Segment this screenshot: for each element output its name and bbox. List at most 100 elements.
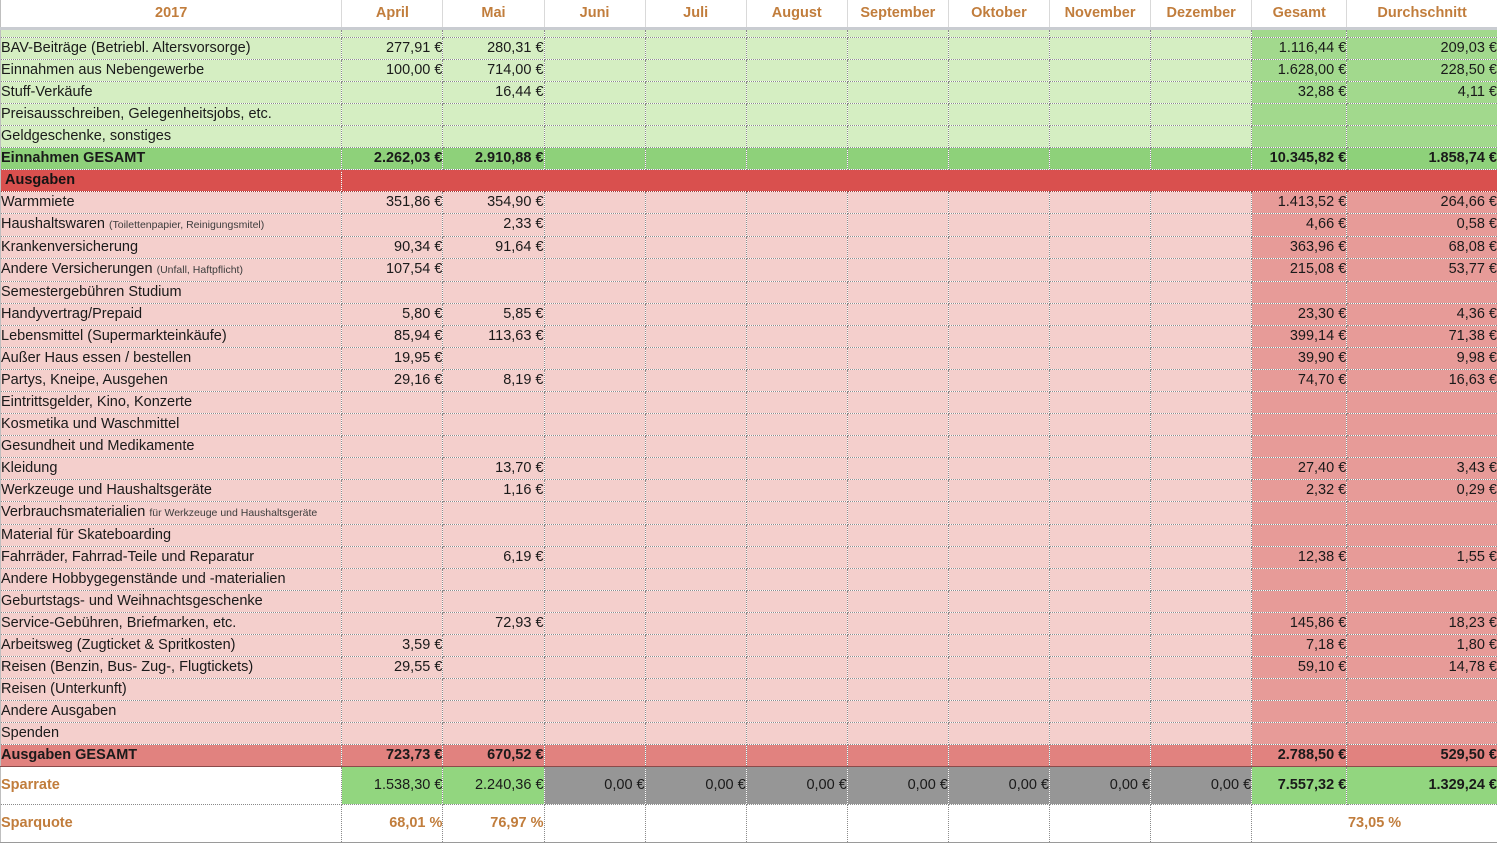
value-cell[interactable] — [1049, 722, 1150, 744]
value-cell[interactable] — [948, 457, 1049, 479]
value-cell[interactable] — [948, 258, 1049, 281]
value-cell[interactable] — [746, 37, 847, 59]
value-cell[interactable] — [847, 634, 948, 656]
value-cell[interactable]: 277,91 € — [342, 37, 443, 59]
value-cell[interactable] — [1049, 191, 1150, 213]
value-cell[interactable] — [443, 524, 544, 546]
header-col-april[interactable]: April — [342, 0, 443, 28]
value-cell[interactable] — [544, 501, 645, 524]
value-cell[interactable]: 6,19 € — [443, 546, 544, 568]
value-cell[interactable] — [948, 612, 1049, 634]
value-cell[interactable] — [544, 37, 645, 59]
value-cell[interactable] — [746, 590, 847, 612]
value-cell[interactable]: 100,00 € — [342, 59, 443, 81]
value-cell[interactable] — [948, 435, 1049, 457]
value-cell[interactable] — [1049, 103, 1150, 125]
value-cell[interactable] — [746, 213, 847, 236]
value-cell[interactable] — [1151, 37, 1252, 59]
value-cell[interactable] — [1049, 435, 1150, 457]
expense-row-label[interactable]: Material für Skateboarding — [1, 524, 342, 546]
value-cell[interactable] — [1049, 125, 1150, 147]
value-cell[interactable] — [544, 435, 645, 457]
value-cell[interactable] — [746, 81, 847, 103]
value-cell[interactable] — [746, 281, 847, 303]
value-cell[interactable] — [1151, 236, 1252, 258]
value-cell[interactable] — [746, 59, 847, 81]
value-cell[interactable] — [443, 125, 544, 147]
income-row-label[interactable]: Preisausschreiben, Gelegenheitsjobs, etc… — [1, 103, 342, 125]
expense-row-label[interactable]: Reisen (Benzin, Bus- Zug-, Flugtickets) — [1, 656, 342, 678]
header-col-durchschnitt[interactable]: Durchschnitt — [1347, 0, 1497, 28]
expense-row-label[interactable]: Reisen (Unterkunft) — [1, 678, 342, 700]
value-cell[interactable] — [645, 678, 746, 700]
value-cell[interactable] — [443, 656, 544, 678]
value-cell[interactable] — [1151, 59, 1252, 81]
expense-row-label[interactable]: Lebensmittel (Supermarkteinkäufe) — [1, 325, 342, 347]
value-cell[interactable] — [746, 568, 847, 590]
value-cell[interactable] — [342, 678, 443, 700]
value-cell[interactable] — [847, 612, 948, 634]
value-cell[interactable] — [948, 103, 1049, 125]
value-cell[interactable] — [443, 501, 544, 524]
value-cell[interactable] — [1049, 37, 1150, 59]
expense-row-label[interactable]: Geburtstags- und Weihnachtsgeschenke — [1, 590, 342, 612]
value-cell[interactable] — [746, 656, 847, 678]
value-cell[interactable] — [1151, 347, 1252, 369]
value-cell[interactable] — [847, 369, 948, 391]
value-cell[interactable] — [544, 191, 645, 213]
value-cell[interactable] — [645, 325, 746, 347]
value-cell[interactable] — [847, 722, 948, 744]
value-cell[interactable] — [443, 435, 544, 457]
expense-row-label[interactable]: Kosmetika und Waschmittel — [1, 413, 342, 435]
expense-row-label[interactable]: Handyvertrag/Prepaid — [1, 303, 342, 325]
value-cell[interactable] — [645, 281, 746, 303]
value-cell[interactable] — [1049, 568, 1150, 590]
value-cell[interactable]: 13,70 € — [443, 457, 544, 479]
value-cell[interactable] — [342, 435, 443, 457]
value-cell[interactable] — [847, 590, 948, 612]
value-cell[interactable] — [746, 612, 847, 634]
value-cell[interactable] — [1049, 369, 1150, 391]
value-cell[interactable]: 5,80 € — [342, 303, 443, 325]
value-cell[interactable] — [645, 369, 746, 391]
value-cell[interactable] — [544, 568, 645, 590]
value-cell[interactable] — [342, 722, 443, 744]
value-cell[interactable] — [948, 479, 1049, 501]
value-cell[interactable] — [847, 213, 948, 236]
value-cell[interactable] — [1049, 347, 1150, 369]
value-cell[interactable] — [1151, 568, 1252, 590]
value-cell[interactable] — [948, 281, 1049, 303]
value-cell[interactable] — [443, 281, 544, 303]
value-cell[interactable] — [443, 700, 544, 722]
value-cell[interactable] — [544, 391, 645, 413]
value-cell[interactable] — [847, 501, 948, 524]
value-cell[interactable]: 1,16 € — [443, 479, 544, 501]
value-cell[interactable]: 8,19 € — [443, 369, 544, 391]
value-cell[interactable] — [1049, 656, 1150, 678]
value-cell[interactable] — [847, 347, 948, 369]
value-cell[interactable] — [443, 347, 544, 369]
value-cell[interactable] — [645, 125, 746, 147]
value-cell[interactable] — [342, 103, 443, 125]
value-cell[interactable]: 3,59 € — [342, 634, 443, 656]
header-col-august[interactable]: August — [746, 0, 847, 28]
expense-row-label[interactable]: Warmmiete — [1, 191, 342, 213]
expense-row-label[interactable]: Werkzeuge und Haushaltsgeräte — [1, 479, 342, 501]
value-cell[interactable] — [746, 634, 847, 656]
value-cell[interactable] — [1151, 303, 1252, 325]
value-cell[interactable] — [1151, 501, 1252, 524]
value-cell[interactable] — [645, 413, 746, 435]
value-cell[interactable] — [443, 103, 544, 125]
value-cell[interactable] — [342, 524, 443, 546]
value-cell[interactable] — [1049, 281, 1150, 303]
value-cell[interactable] — [342, 125, 443, 147]
value-cell[interactable]: 91,64 € — [443, 236, 544, 258]
value-cell[interactable] — [948, 700, 1049, 722]
value-cell[interactable] — [746, 722, 847, 744]
value-cell[interactable] — [1049, 678, 1150, 700]
value-cell[interactable] — [948, 413, 1049, 435]
value-cell[interactable] — [645, 303, 746, 325]
value-cell[interactable] — [645, 546, 746, 568]
value-cell[interactable] — [948, 347, 1049, 369]
value-cell[interactable] — [544, 369, 645, 391]
